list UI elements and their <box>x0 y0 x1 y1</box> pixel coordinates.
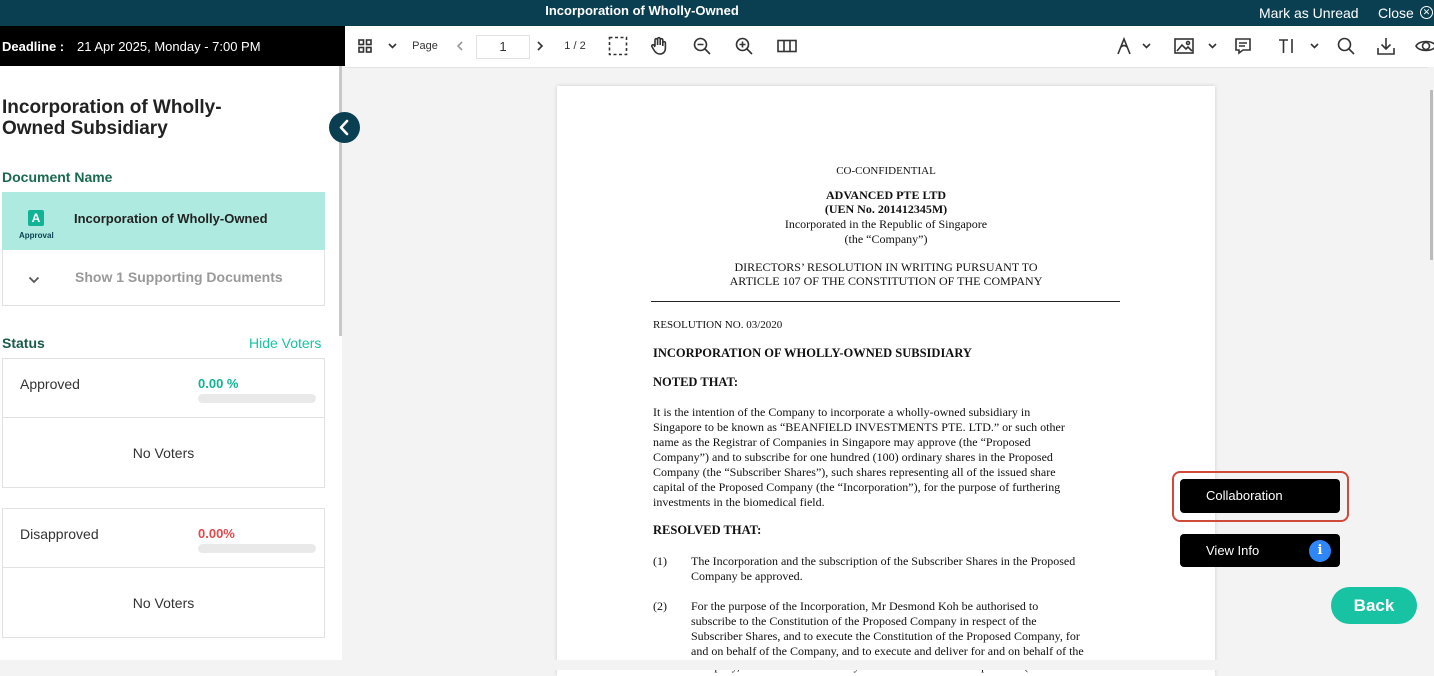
close-button[interactable]: Close <box>1378 5 1414 21</box>
approval-icon: A <box>28 210 44 226</box>
page-label: Page <box>412 40 438 52</box>
pdf-toolbar: Page 1 1 / 2 <box>345 26 1434 68</box>
approved-label: Approved <box>20 376 80 392</box>
doc-line: Company be approved. <box>691 569 803 583</box>
download-icon[interactable] <box>1375 35 1397 57</box>
left-panel-scrollbar[interactable] <box>339 66 342 336</box>
approved-card: Approved 0.00 % No Voters <box>2 358 325 488</box>
deadline-bar: Deadline : 21 Apr 2025, Monday - 7:00 PM <box>0 26 345 66</box>
doc-line: Singapore to be known as “BEANFIELD INVE… <box>653 420 1065 434</box>
bottom-bar <box>0 660 1434 670</box>
doc-noted: NOTED THAT: <box>653 375 739 389</box>
doc-divider <box>651 301 1120 302</box>
document-page: CO-CONFIDENTIAL ADVANCED PTE LTD (UEN No… <box>557 86 1215 676</box>
chevron-down-icon[interactable] <box>1205 35 1219 57</box>
doc-noted-paragraph: It is the intention of the Company to in… <box>653 405 1065 510</box>
hand-icon[interactable] <box>648 35 670 57</box>
document-name[interactable]: Incorporation of Wholly-Owned <box>74 211 268 226</box>
deadline-value: 21 Apr 2025, Monday - 7:00 PM <box>77 39 261 54</box>
doc-item-1: The Incorporation and the subscription o… <box>691 554 1075 584</box>
document-name-header: Document Name <box>2 169 113 185</box>
document-scrollbar-thumb[interactable] <box>1430 90 1433 260</box>
doc-incorporated: Incorporated in the Republic of Singapor… <box>784 217 988 231</box>
disapproved-label: Disapproved <box>20 526 99 542</box>
window-title: Incorporation of Wholly-Owned <box>545 3 739 18</box>
chevron-down-icon[interactable] <box>1139 35 1153 57</box>
approved-no-voters: No Voters <box>132 445 195 461</box>
page-title: Incorporation of Wholly-Owned Subsidiary <box>2 97 222 139</box>
disapproved-card: Disapproved 0.00% No Voters <box>2 508 325 638</box>
supporting-documents-label[interactable]: Show 1 Supporting Documents <box>75 269 283 285</box>
columns-icon[interactable] <box>776 35 798 57</box>
doc-line: Company (the “Subscriber Shares”), such … <box>653 465 1056 479</box>
chevron-down-icon[interactable] <box>385 35 399 57</box>
view-info-label: View Info <box>1206 543 1260 558</box>
doc-line: Company”) and to subscribe for one hundr… <box>653 450 1053 464</box>
grid-icon[interactable] <box>357 35 373 57</box>
search-icon[interactable] <box>1336 35 1356 57</box>
doc-company-def: (the “Company”) <box>844 232 928 246</box>
chevron-down-icon[interactable] <box>28 271 40 289</box>
back-button[interactable]: Back <box>1331 587 1417 624</box>
marquee-select-icon[interactable] <box>607 35 629 57</box>
approved-progress-bar <box>198 394 316 403</box>
doc-line: subscribe to the Constitution of the Pro… <box>691 614 1037 628</box>
collaboration-label: Collaboration <box>1206 488 1283 503</box>
status-header: Status <box>2 335 45 351</box>
deadline-label: Deadline : <box>2 39 65 54</box>
doc-resolution-no: RESOLUTION NO. 03/2020 <box>653 319 783 331</box>
doc-item-2-number: (2) <box>653 599 667 613</box>
page-number-input[interactable]: 1 <box>476 35 530 59</box>
doc-line: capital of the Proposed Company (the “In… <box>653 480 1061 494</box>
doc-line: Subscriber Shares, and to execute the Co… <box>691 629 1080 643</box>
chevron-right-icon[interactable] <box>533 35 547 57</box>
collapse-panel-button[interactable] <box>329 112 360 143</box>
doc-item-1-number: (1) <box>653 554 667 568</box>
comment-icon[interactable] <box>1233 35 1253 57</box>
disapproved-percent: 0.00% <box>198 526 235 541</box>
pen-icon[interactable] <box>1115 35 1133 57</box>
doc-line: It is the intention of the Company to in… <box>653 405 1031 419</box>
left-panel: Incorporation of Wholly-Owned Subsidiary… <box>0 66 342 660</box>
doc-line: The Incorporation and the subscription o… <box>691 554 1076 568</box>
chevron-down-icon[interactable] <box>1307 35 1321 57</box>
zoom-out-icon[interactable] <box>692 35 712 57</box>
close-icon[interactable]: ✕ <box>1420 6 1433 19</box>
doc-heading-1: DIRECTORS’ RESOLUTION IN WRITING PURSUAN… <box>734 260 1038 274</box>
eye-icon[interactable] <box>1415 35 1434 57</box>
doc-company: ADVANCED PTE LTD <box>825 188 947 202</box>
hide-voters-link[interactable]: Hide Voters <box>249 335 321 351</box>
image-icon[interactable] <box>1173 35 1195 57</box>
doc-line: name as the Registrar of Companies in Si… <box>653 435 1031 449</box>
doc-confidential: CO-CONFIDENTIAL <box>836 165 936 177</box>
doc-heading-2: ARTICLE 107 OF THE CONSTITUTION OF THE C… <box>729 274 1043 288</box>
approved-percent: 0.00 % <box>198 376 239 391</box>
approval-caption: Approval <box>19 231 54 240</box>
info-icon: i <box>1309 540 1331 562</box>
zoom-in-icon[interactable] <box>734 35 754 57</box>
doc-subject: INCORPORATION OF WHOLLY-OWNED SUBSIDIARY <box>653 346 972 360</box>
mark-as-unread-button[interactable]: Mark as Unread <box>1259 5 1359 21</box>
collaboration-button[interactable]: Collaboration <box>1180 479 1340 513</box>
view-info-button[interactable]: View Info i <box>1180 534 1340 567</box>
doc-resolved: RESOLVED THAT: <box>653 523 762 537</box>
doc-line: and on behalf of the Company, and to exe… <box>691 644 1084 658</box>
disapproved-progress-bar <box>198 544 316 553</box>
doc-line: For the purpose of the Incorporation, Mr… <box>691 599 1039 613</box>
doc-line: investments in the biomedical field. <box>653 495 825 509</box>
chevron-left-icon[interactable] <box>453 35 467 57</box>
disapproved-no-voters: No Voters <box>132 595 195 611</box>
page-total: 1 / 2 <box>564 40 586 52</box>
doc-uen: (UEN No. 201412345M) <box>824 202 948 216</box>
title-bar: Incorporation of Wholly-Owned Mark as Un… <box>0 0 1434 26</box>
text-cursor-icon[interactable] <box>1277 35 1297 57</box>
chevron-left-icon <box>339 119 349 136</box>
